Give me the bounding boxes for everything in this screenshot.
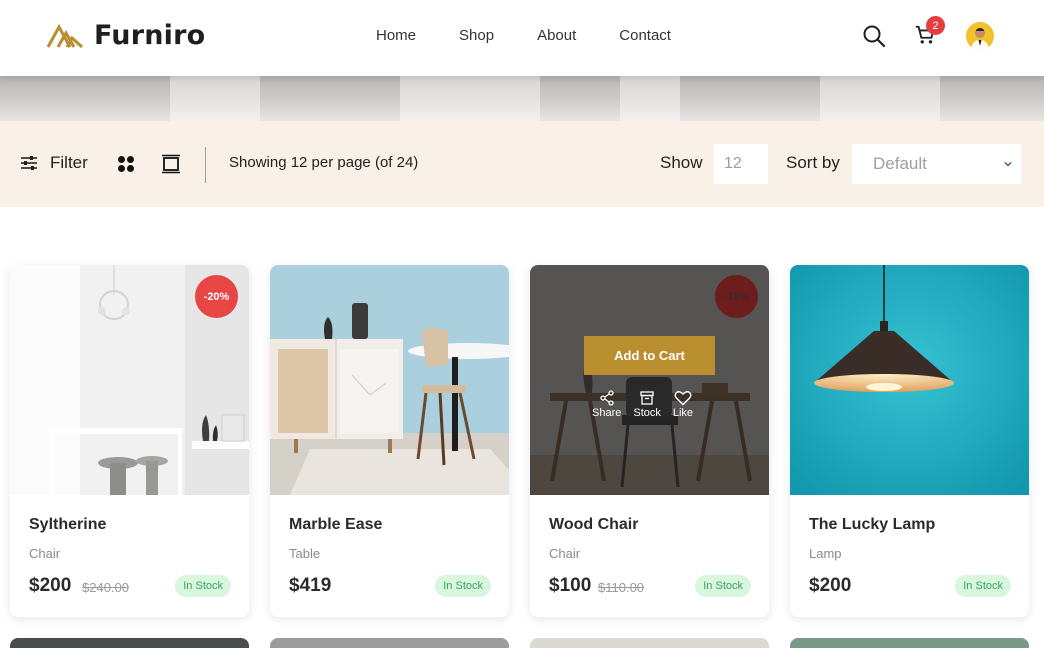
stock-badge: In Stock (695, 575, 751, 597)
product-name[interactable]: Marble Ease (289, 516, 382, 534)
product-price: $100 (549, 575, 592, 596)
product-price: $200 (809, 575, 852, 596)
hero-banner-strip (0, 76, 1044, 121)
results-count-text: Showing 12 per page (of 24) (229, 154, 419, 171)
product-old-price: $110.00 (598, 580, 645, 595)
share-label: Share (592, 407, 622, 419)
heart-icon (674, 391, 692, 406)
furniro-logo-icon (46, 23, 84, 48)
product-category: Lamp (809, 546, 842, 561)
product-card-peek (10, 638, 249, 648)
product-name[interactable]: Syltherine (29, 516, 106, 534)
add-to-cart-button[interactable]: Add to Cart (584, 336, 715, 375)
share-icon (600, 390, 614, 406)
cart-count-badge: 2 (926, 16, 945, 35)
sort-label: Sort by (786, 153, 840, 172)
product-category: Chair (549, 546, 581, 561)
product-card[interactable]: Marble Ease Table $419 In Stock (270, 265, 509, 617)
logo[interactable]: Furniro (46, 20, 205, 51)
product-image[interactable] (270, 265, 509, 495)
grid-view-button[interactable] (117, 155, 135, 178)
search-icon (863, 25, 886, 48)
archive-box-icon (640, 391, 654, 405)
share-button[interactable]: Share (592, 390, 621, 419)
stock-badge: In Stock (955, 575, 1011, 597)
nav-about[interactable]: About (537, 27, 576, 44)
main-nav: Home Shop About Contact (376, 27, 671, 44)
stock-badge: In Stock (175, 575, 231, 597)
user-avatar-icon (966, 22, 994, 50)
per-page-input[interactable] (714, 144, 768, 184)
filter-divider (205, 147, 206, 183)
like-button[interactable]: Like (673, 390, 693, 419)
product-image[interactable] (790, 265, 1029, 495)
list-view-button[interactable] (161, 154, 181, 179)
brand-name: Furniro (94, 20, 206, 51)
nav-shop[interactable]: Shop (459, 27, 494, 44)
product-card[interactable]: Add to Cart Share Stock Like -10% Wood C… (530, 265, 769, 617)
product-card-peek (790, 638, 1029, 648)
like-label: Like (672, 407, 694, 419)
product-card-peek (530, 638, 769, 648)
filter-label: Filter (50, 153, 88, 172)
product-category: Table (289, 546, 321, 561)
chevron-down-icon (1004, 161, 1012, 167)
product-card[interactable]: The Lucky Lamp Lamp $200 In Stock (790, 265, 1029, 617)
product-price: $419 (289, 575, 332, 596)
show-label: Show (660, 153, 703, 172)
stock-button[interactable]: Stock (633, 390, 661, 419)
product-name[interactable]: The Lucky Lamp (809, 516, 935, 534)
sort-selected-value: Default (873, 154, 927, 173)
product-price: $200 (29, 575, 72, 596)
list-view-icon (162, 154, 180, 174)
grid-view-icon (118, 156, 134, 172)
product-name[interactable]: Wood Chair (549, 516, 638, 534)
product-card-peek (270, 638, 509, 648)
product-card[interactable]: -20% Syltherine Chair $200 $240.00 In St… (10, 265, 249, 617)
discount-badge: -10% (715, 275, 758, 318)
sort-select[interactable]: Default (852, 144, 1021, 184)
filter-button[interactable]: Filter (20, 153, 88, 173)
discount-badge: -20% (195, 275, 238, 318)
nav-home[interactable]: Home (376, 27, 416, 44)
site-header: Furniro Home Shop About Contact 2 (0, 0, 1044, 76)
stock-badge: In Stock (435, 575, 491, 597)
product-actions: Share Stock Like (592, 390, 693, 419)
product-old-price: $240.00 (82, 580, 129, 595)
filter-sliders-icon (21, 156, 37, 170)
search-button[interactable] (862, 24, 886, 53)
nav-contact[interactable]: Contact (619, 27, 671, 44)
cart-button[interactable]: 2 (914, 16, 945, 51)
avatar[interactable] (966, 22, 994, 50)
stock-label: Stock (633, 407, 661, 419)
filter-bar: Filter Showing 12 per page (of 24) Show … (0, 121, 1044, 207)
product-category: Chair (29, 546, 61, 561)
